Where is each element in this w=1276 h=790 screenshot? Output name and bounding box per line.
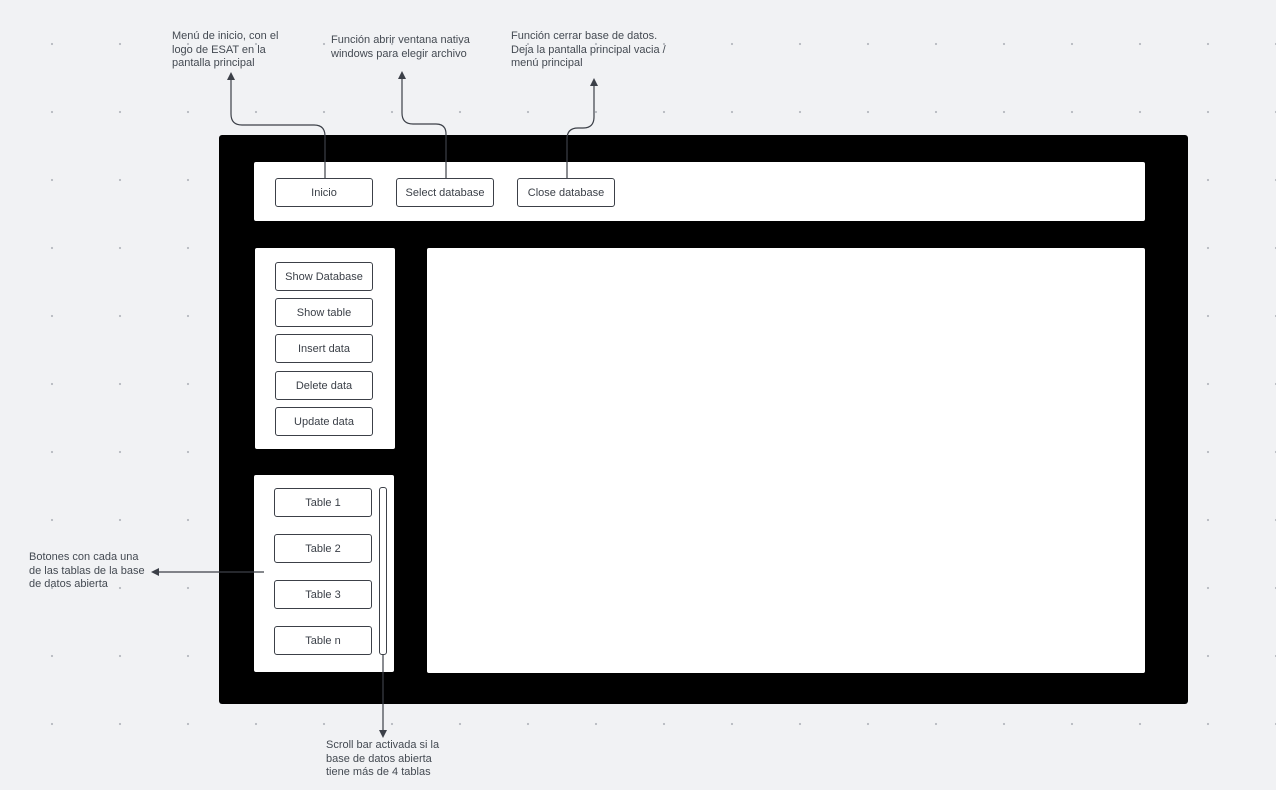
delete-data-button[interactable]: Delete data: [275, 371, 373, 400]
app-window-frame: Inicio Select database Close database Sh…: [219, 135, 1188, 704]
select-database-button[interactable]: Select database: [396, 178, 494, 207]
table-button[interactable]: Table 3: [274, 580, 372, 609]
annotation-close-database: Función cerrar base de datos. Deja la pa…: [511, 30, 666, 69]
tables-scrollbar[interactable]: [379, 487, 387, 655]
show-table-button[interactable]: Show table: [275, 298, 373, 327]
show-database-button[interactable]: Show Database: [275, 262, 373, 291]
table-button[interactable]: Table 2: [274, 534, 372, 563]
tables-panel: Table 1 Table 2 Table 3 Table n: [254, 475, 394, 672]
table-button[interactable]: Table 1: [274, 488, 372, 517]
close-database-button[interactable]: Close database: [517, 178, 615, 207]
annotation-table-buttons: Botones con cada una de las tablas de la…: [29, 551, 145, 590]
table-button[interactable]: Table n: [274, 626, 372, 655]
main-content-area: [427, 248, 1145, 673]
insert-data-button[interactable]: Insert data: [275, 334, 373, 363]
annotation-select-database: Función abrir ventana nativa windows par…: [331, 34, 470, 60]
annotation-inicio: Menú de inicio, con el logo de ESAT en l…: [172, 30, 279, 69]
actions-panel: Show Database Show table Insert data Del…: [255, 248, 395, 449]
annotation-scrollbar: Scroll bar activada si la base de datos …: [326, 739, 440, 778]
top-menu-bar: Inicio Select database Close database: [254, 162, 1145, 221]
inicio-button[interactable]: Inicio: [275, 178, 373, 207]
update-data-button[interactable]: Update data: [275, 407, 373, 436]
